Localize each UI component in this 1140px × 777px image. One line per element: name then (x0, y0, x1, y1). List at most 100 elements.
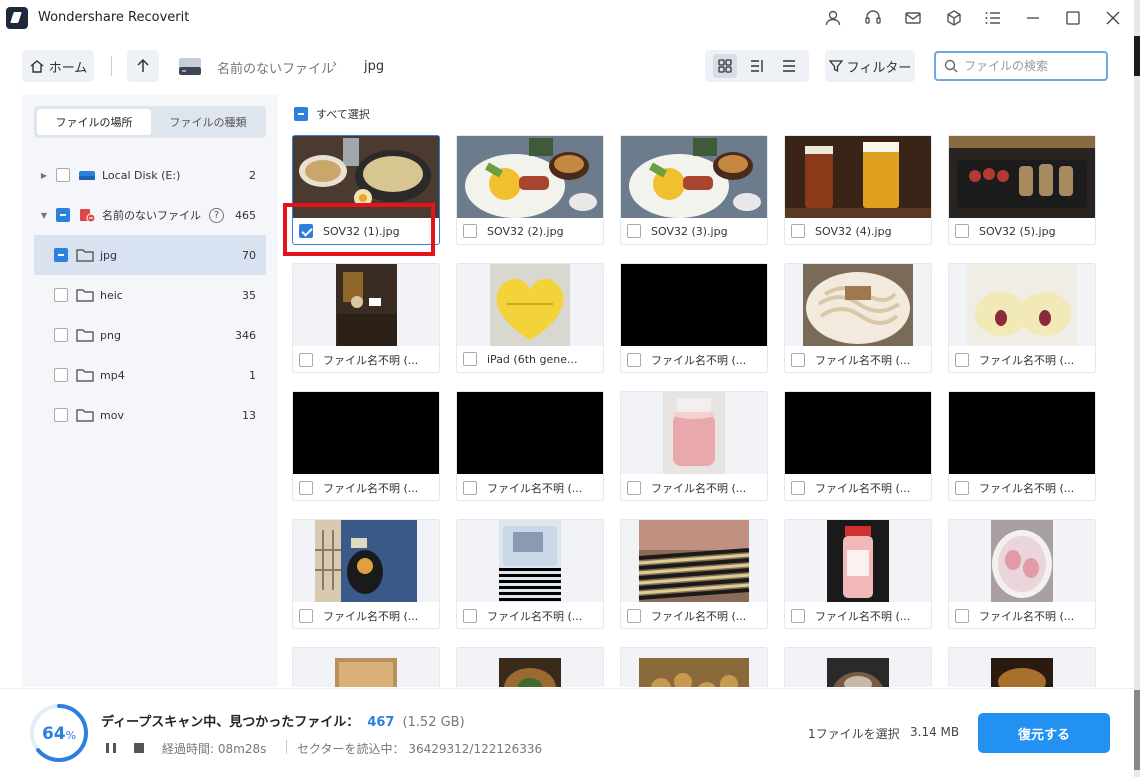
file-thumbnail[interactable] (457, 520, 603, 602)
file-card[interactable]: ファイル名不明 (... (784, 391, 932, 501)
file-checkbox[interactable] (463, 352, 477, 366)
file-card[interactable]: ファイル名不明 (... (620, 519, 768, 629)
tree-item[interactable]: mp4 1 (34, 355, 266, 395)
search-input[interactable] (964, 59, 1094, 73)
file-checkbox[interactable] (299, 609, 313, 623)
file-card[interactable] (292, 647, 440, 687)
file-thumbnail[interactable] (293, 520, 439, 602)
file-checkbox[interactable] (791, 224, 805, 238)
help-icon[interactable]: ? (209, 207, 224, 223)
file-checkbox[interactable] (463, 224, 477, 238)
recover-button[interactable]: 復元する (978, 713, 1110, 753)
window-scrollbar[interactable] (1134, 0, 1140, 777)
file-checkbox[interactable] (791, 609, 805, 623)
file-checkbox[interactable] (791, 353, 805, 367)
tree-item[interactable]: ▶ Local Disk (E:) 2 (34, 155, 266, 195)
grid-view-icon[interactable] (713, 54, 737, 78)
file-thumbnail[interactable] (949, 648, 1095, 687)
file-thumbnail[interactable] (621, 392, 767, 474)
tree-item-checkbox[interactable] (54, 248, 68, 262)
file-card[interactable]: ファイル名不明 (... (784, 519, 932, 629)
file-card[interactable]: ファイル名不明 (... (620, 391, 768, 501)
tab-file-location[interactable]: ファイルの場所 (37, 109, 151, 135)
file-checkbox[interactable] (791, 481, 805, 495)
file-card[interactable]: SOV32 (4).jpg (784, 135, 932, 245)
file-thumbnail[interactable] (457, 392, 603, 474)
file-thumbnail[interactable] (621, 520, 767, 602)
file-checkbox[interactable] (299, 353, 313, 367)
file-thumbnail[interactable] (457, 264, 603, 346)
file-card[interactable]: ファイル名不明 (... (456, 519, 604, 629)
file-checkbox[interactable] (627, 224, 641, 238)
file-checkbox[interactable] (955, 481, 969, 495)
file-thumbnail[interactable] (293, 392, 439, 474)
file-card[interactable] (456, 647, 604, 687)
file-checkbox[interactable] (299, 481, 313, 495)
tree-item[interactable]: heic 35 (34, 275, 266, 315)
file-checkbox[interactable] (627, 481, 641, 495)
file-card[interactable]: ファイル名不明 (... (784, 263, 932, 373)
stop-icon[interactable] (133, 742, 145, 754)
file-card[interactable]: ファイル名不明 (... (948, 391, 1096, 501)
maximize-icon[interactable] (1063, 8, 1083, 28)
breadcrumb-parent[interactable]: 名前のないファイル (217, 58, 334, 77)
tree-item-checkbox[interactable] (56, 208, 70, 222)
minimize-icon[interactable] (1023, 8, 1043, 28)
file-card[interactable]: ファイル名不明 (... (292, 263, 440, 373)
home-button[interactable]: ホーム (22, 50, 94, 82)
caret-right-icon[interactable]: ▶ (38, 171, 50, 180)
pause-icon[interactable] (105, 742, 117, 754)
file-thumbnail[interactable] (621, 136, 767, 218)
file-card[interactable]: ファイル名不明 (... (948, 263, 1096, 373)
select-all[interactable]: すべて選択 (294, 106, 370, 122)
list-view-icon[interactable] (777, 54, 801, 78)
tree-item-checkbox[interactable] (54, 368, 68, 382)
mail-icon[interactable] (903, 8, 923, 28)
file-card[interactable] (620, 647, 768, 687)
file-thumbnail[interactable] (457, 136, 603, 218)
file-checkbox[interactable] (627, 353, 641, 367)
file-thumbnail[interactable] (785, 136, 931, 218)
file-thumbnail[interactable] (949, 520, 1095, 602)
filter-button[interactable]: フィルター (825, 50, 915, 82)
file-checkbox[interactable] (955, 224, 969, 238)
file-thumbnail[interactable] (621, 264, 767, 346)
file-card[interactable]: SOV32 (3).jpg (620, 135, 768, 245)
file-card[interactable]: ファイル名不明 (... (620, 263, 768, 373)
file-checkbox[interactable] (463, 609, 477, 623)
tab-file-type[interactable]: ファイルの種類 (151, 109, 265, 135)
up-folder-button[interactable] (127, 50, 159, 82)
file-checkbox[interactable] (627, 609, 641, 623)
tree-item[interactable]: jpg 70 (34, 235, 266, 275)
file-thumbnail[interactable] (785, 392, 931, 474)
file-thumbnail[interactable] (785, 264, 931, 346)
account-icon[interactable] (823, 8, 843, 28)
file-card[interactable]: SOV32 (2).jpg (456, 135, 604, 245)
tree-item-checkbox[interactable] (54, 328, 68, 342)
select-all-checkbox[interactable] (294, 107, 308, 121)
file-card[interactable]: iPad (6th gene... (456, 263, 604, 373)
file-thumbnail[interactable] (949, 264, 1095, 346)
file-card[interactable]: ファイル名不明 (... (948, 519, 1096, 629)
close-icon[interactable] (1103, 8, 1123, 28)
file-card[interactable] (948, 647, 1096, 687)
file-card[interactable]: SOV32 (5).jpg (948, 135, 1096, 245)
file-checkbox[interactable] (955, 353, 969, 367)
file-thumbnail[interactable] (293, 264, 439, 346)
file-card[interactable]: ファイル名不明 (... (292, 391, 440, 501)
tree-item-checkbox[interactable] (54, 288, 68, 302)
file-thumbnail[interactable] (949, 136, 1095, 218)
file-checkbox[interactable] (955, 609, 969, 623)
file-thumbnail[interactable] (949, 392, 1095, 474)
detail-list-view-icon[interactable] (745, 54, 769, 78)
tree-item[interactable]: mov 13 (34, 395, 266, 435)
file-thumbnail[interactable] (293, 648, 439, 687)
tree-item[interactable]: ▼ 名前のないファイル? 465 (34, 195, 266, 235)
file-checkbox[interactable] (463, 481, 477, 495)
tree-item[interactable]: png 346 (34, 315, 266, 355)
scrollbar-thumb-lower[interactable] (1134, 690, 1140, 770)
menu-list-icon[interactable] (983, 8, 1003, 28)
support-headset-icon[interactable] (863, 8, 883, 28)
scrollbar-thumb[interactable] (1134, 36, 1140, 76)
file-thumbnail[interactable] (785, 520, 931, 602)
